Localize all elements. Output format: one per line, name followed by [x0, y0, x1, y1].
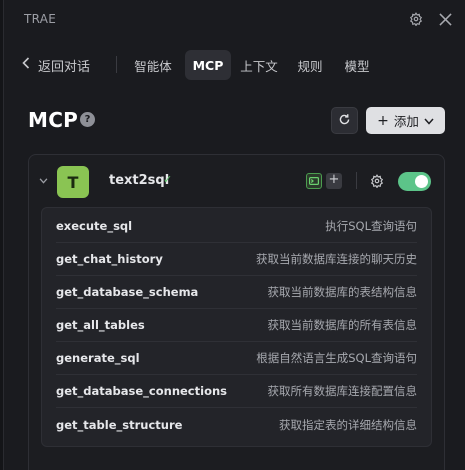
refresh-button[interactable] — [331, 107, 358, 134]
tab-mcp[interactable]: MCP — [185, 50, 231, 80]
back-to-chat-label: 返回对话 — [38, 59, 91, 75]
tab-models[interactable]: 模型 — [338, 50, 376, 80]
add-mcp-button[interactable]: + 添加 — [366, 107, 445, 134]
terminal-icon[interactable] — [306, 173, 322, 189]
server-avatar: T — [57, 166, 89, 198]
help-icon[interactable]: ? — [80, 112, 95, 127]
toggle-knob — [415, 175, 428, 188]
close-icon[interactable] — [436, 10, 454, 28]
tab-rules[interactable]: 规则 — [291, 50, 329, 80]
tool-description: 根据自然语言生成SQL查询语句 — [256, 351, 417, 365]
tool-name: get_database_schema — [56, 285, 199, 299]
tab-agents[interactable]: 智能体 — [130, 50, 176, 80]
server-gear-icon[interactable] — [368, 172, 386, 190]
mcp-server-card: T text2sql ✓ + execute_sql 执行SQL查询语句 get… — [28, 154, 445, 470]
chevron-down-icon[interactable] — [37, 175, 49, 187]
add-mcp-label: 添加 — [393, 114, 419, 129]
tool-description: 获取当前数据库的表结构信息 — [267, 285, 418, 299]
server-enable-toggle[interactable] — [398, 172, 431, 191]
tab-context[interactable]: 上下文 — [236, 50, 282, 80]
add-tool-icon[interactable]: + — [326, 173, 342, 189]
tool-name: generate_sql — [56, 351, 140, 365]
tool-description: 获取当前数据库连接的聊天历史 — [256, 252, 417, 266]
tool-row: execute_sql 执行SQL查询语句 — [56, 210, 417, 243]
tool-name: get_chat_history — [56, 252, 163, 266]
tab-divider — [116, 56, 117, 73]
server-name: text2sql — [109, 173, 170, 188]
tools-list: execute_sql 执行SQL查询语句 get_chat_history 获… — [41, 207, 432, 447]
tool-row: get_database_schema 获取当前数据库的表结构信息 — [56, 276, 417, 309]
tool-description: 获取所有数据库连接配置信息 — [267, 384, 418, 398]
tool-row: get_table_structure 获取指定表的详细结构信息 — [56, 408, 417, 441]
card-divider — [356, 172, 357, 189]
titlebar: TRAE — [4, 0, 465, 40]
check-icon: ✓ — [163, 173, 173, 186]
chevron-left-icon — [22, 57, 30, 73]
plus-icon: + — [377, 112, 389, 129]
tool-row: get_all_tables 获取当前数据库的所有表信息 — [56, 309, 417, 342]
settings-tabbar: 返回对话 智能体 MCP 上下文 规则 模型 — [4, 46, 465, 84]
tool-name: get_table_structure — [56, 417, 183, 432]
tool-name: get_all_tables — [56, 318, 145, 332]
tool-row: get_database_connections 获取所有数据库连接配置信息 — [56, 375, 417, 408]
chevron-down-icon — [424, 113, 434, 128]
tool-description: 执行SQL查询语句 — [325, 219, 417, 233]
tool-name: execute_sql — [56, 219, 133, 233]
refresh-icon — [338, 111, 351, 130]
tool-name: get_database_connections — [56, 384, 227, 398]
tool-row: generate_sql 根据自然语言生成SQL查询语句 — [56, 342, 417, 375]
tool-row: get_chat_history 获取当前数据库连接的聊天历史 — [56, 243, 417, 276]
tool-description: 获取当前数据库的所有表信息 — [267, 318, 418, 332]
gear-icon[interactable] — [407, 10, 425, 28]
tool-description: 获取指定表的详细结构信息 — [279, 417, 417, 432]
page-title: MCP — [28, 108, 79, 132]
app-title: TRAE — [24, 12, 57, 26]
back-to-chat-link[interactable]: 返回对话 — [22, 55, 90, 75]
